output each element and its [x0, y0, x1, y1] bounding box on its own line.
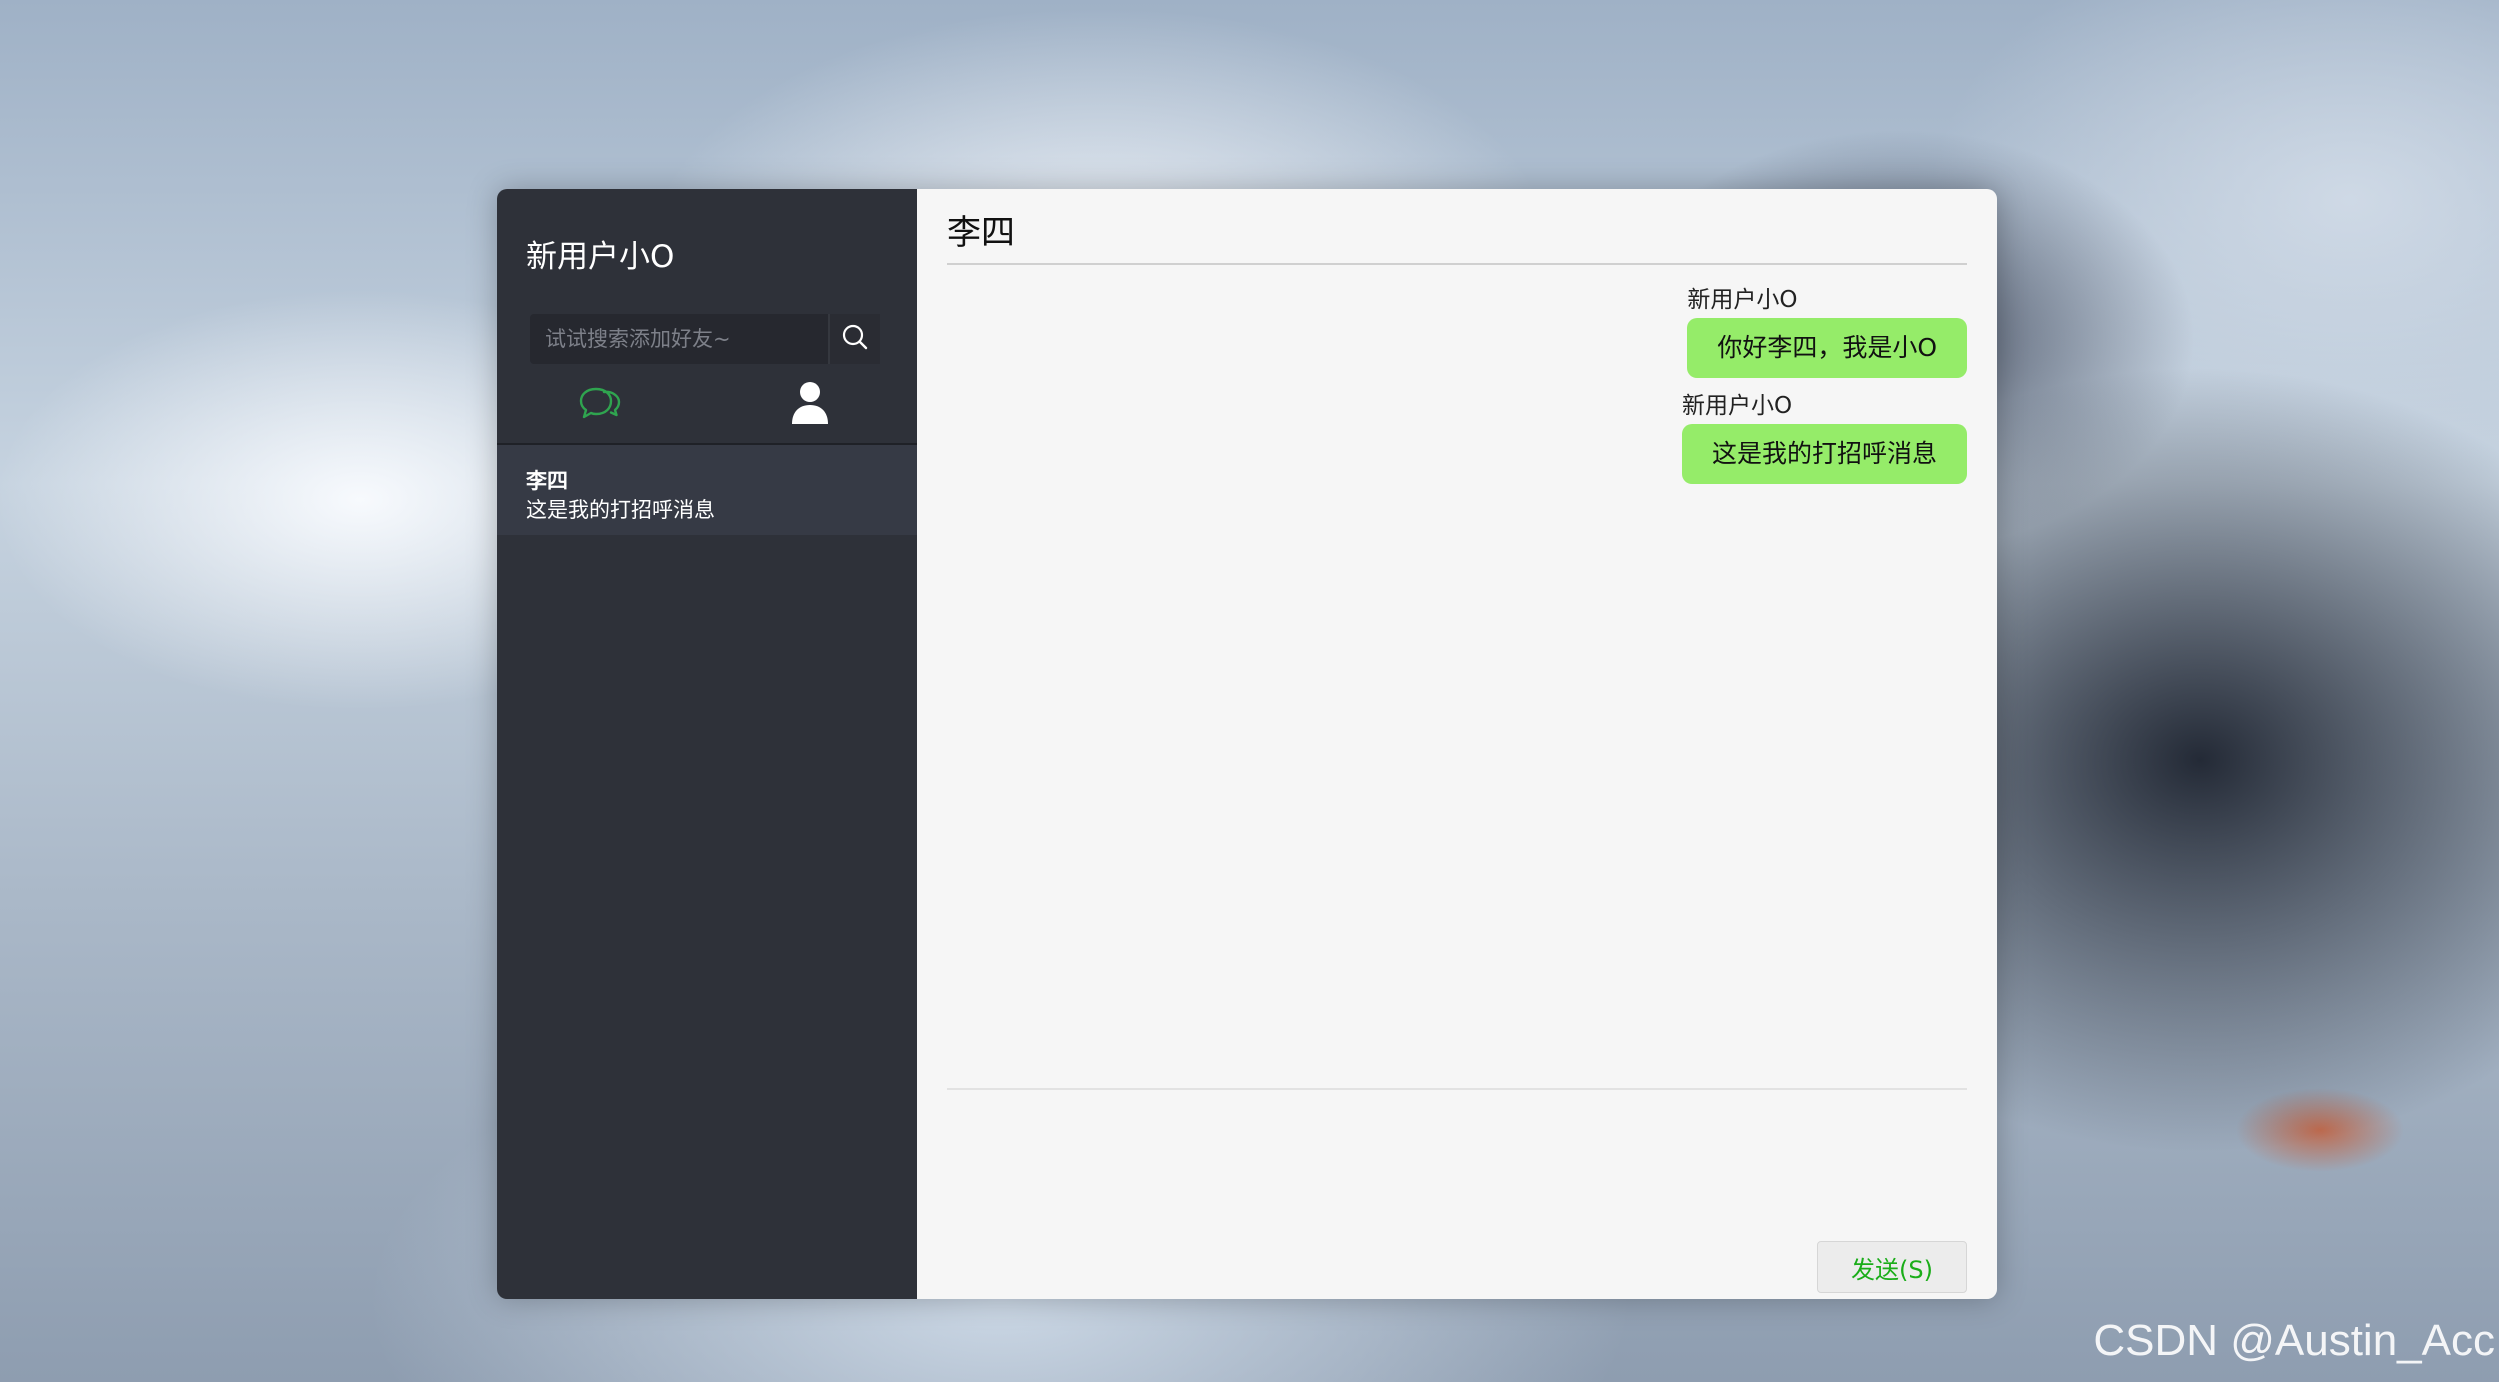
chat-header-divider — [947, 263, 1967, 265]
message-item: 新用户小O 你好李四，我是小O — [1687, 280, 1967, 378]
current-user-name: 新用户小O — [526, 239, 675, 275]
tab-contacts[interactable] — [780, 377, 840, 432]
chat-area: 李四 新用户小O 你好李四，我是小O 新用户小O 这是我的打招呼消息 发送(S) — [917, 189, 1997, 1299]
search-input[interactable] — [530, 313, 828, 365]
search-icon — [841, 323, 869, 355]
message-sender: 新用户小O — [1687, 287, 1798, 313]
sidebar: 新用户小O 试试搜索添加好友~ 李四 这是我的打招呼消息 — [497, 189, 917, 1299]
message-bubble: 这是我的打招呼消息 — [1681, 424, 1967, 484]
search-button[interactable] — [828, 314, 880, 364]
tab-chat[interactable] — [570, 377, 630, 432]
message-item: 新用户小O 这是我的打招呼消息 — [1681, 386, 1967, 484]
chat-window: 新用户小O 试试搜索添加好友~ 李四 这是我的打招呼消息 李四 新用户小O 你好… — [497, 189, 1997, 1299]
search-bar — [530, 313, 880, 365]
conversation-item[interactable]: 李四 这是我的打招呼消息 — [497, 445, 917, 535]
chat-title: 李四 — [947, 213, 1015, 253]
send-button[interactable]: 发送(S) — [1817, 1241, 1967, 1293]
message-sender: 新用户小O — [1681, 393, 1793, 419]
conversation-preview: 这是我的打招呼消息 — [526, 498, 715, 522]
user-icon — [790, 380, 830, 430]
chat-bubbles-icon — [578, 383, 622, 427]
message-bubble: 你好李四，我是小O — [1687, 318, 1967, 378]
watermark: CSDN @Austin_Acc — [2093, 1316, 2495, 1365]
sidebar-tabs — [497, 377, 917, 432]
conversation-name: 李四 — [526, 469, 568, 493]
input-divider — [947, 1088, 1967, 1090]
